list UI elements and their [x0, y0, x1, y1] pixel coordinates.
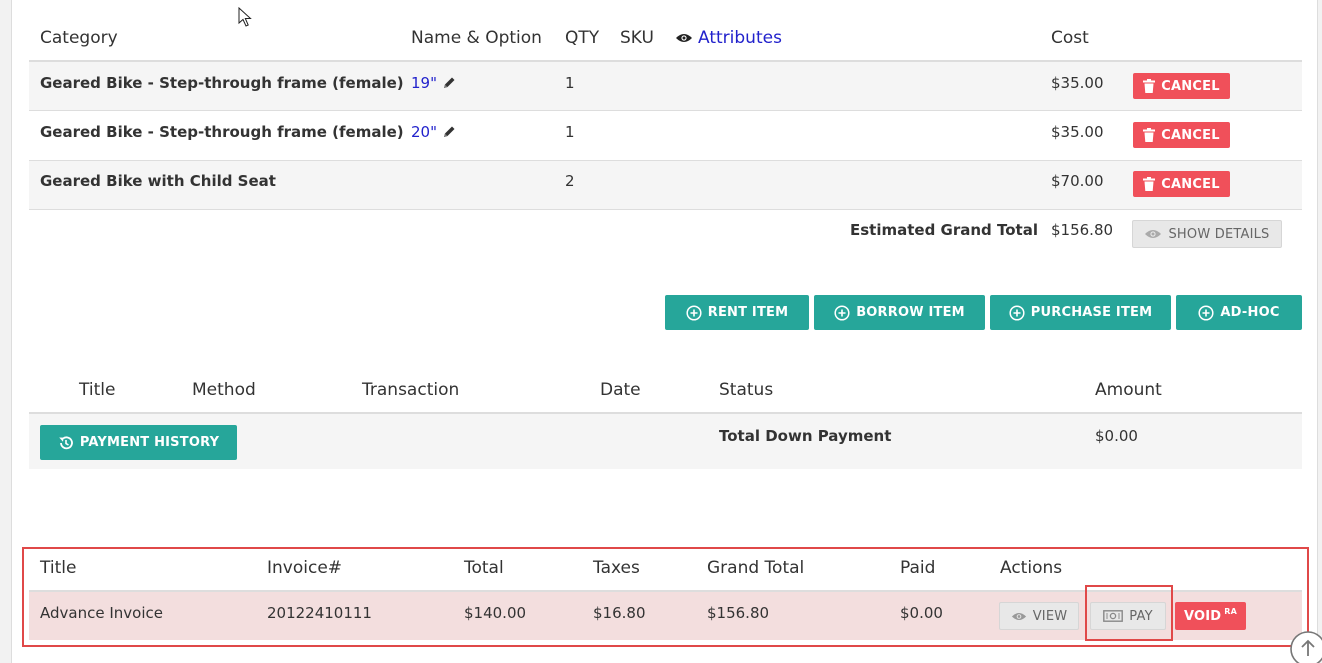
payments-header-method: Method: [192, 380, 256, 400]
history-icon: [59, 435, 73, 449]
show-details-button[interactable]: SHOW DETAILS: [1132, 220, 1282, 248]
content-panel: Category Name & Option QTY SKU Attribute…: [11, 0, 1318, 663]
option-value: 19": [411, 74, 437, 92]
ad-hoc-label: AD-HOC: [1220, 305, 1280, 320]
payments-header-status: Status: [719, 380, 774, 400]
plus-circle-icon: [1009, 304, 1025, 321]
row-qty: 2: [565, 172, 575, 190]
scroll-top-icon[interactable]: [1288, 628, 1322, 663]
cancel-button[interactable]: CANCEL: [1133, 73, 1230, 99]
header-qty: QTY: [565, 28, 600, 48]
purchase-item-button[interactable]: PURCHASE ITEM: [990, 295, 1171, 330]
purchase-item-label: PURCHASE ITEM: [1030, 305, 1153, 320]
header-category: Category: [40, 28, 118, 48]
divider: [29, 209, 1302, 210]
rent-item-label: RENT ITEM: [707, 305, 789, 320]
payments-header-transaction: Transaction: [362, 380, 460, 400]
down-payment-value: $0.00: [1095, 427, 1138, 445]
borrow-item-label: BORROW ITEM: [856, 305, 965, 320]
option-value: 20": [411, 123, 437, 141]
payments-header-amount: Amount: [1095, 380, 1162, 400]
row-cost: $70.00: [1051, 172, 1104, 190]
trash-icon: [1143, 128, 1156, 142]
row-qty: 1: [565, 74, 575, 92]
rent-item-button[interactable]: RENT ITEM: [665, 295, 809, 330]
option-edit-link[interactable]: 19": [411, 74, 456, 92]
eye-icon: [676, 34, 692, 42]
ad-hoc-button[interactable]: AD-HOC: [1176, 295, 1302, 330]
payments-header-date: Date: [600, 380, 641, 400]
trash-icon: [1143, 79, 1156, 93]
header-sku: SKU: [620, 28, 654, 48]
trash-icon: [1143, 177, 1156, 191]
show-details-label: SHOW DETAILS: [1168, 226, 1270, 242]
pay-highlight-box: [1085, 585, 1173, 641]
plus-circle-icon: [686, 304, 702, 321]
cancel-label: CANCEL: [1161, 78, 1220, 94]
grand-total-label: Estimated Grand Total: [850, 221, 1038, 239]
header-name-option: Name & Option: [411, 28, 542, 48]
payment-history-label: PAYMENT HISTORY: [79, 435, 220, 450]
row-cost: $35.00: [1051, 123, 1104, 141]
row-category: Geared Bike - Step-through frame (female…: [40, 123, 404, 141]
pencil-icon: [444, 126, 455, 137]
plus-circle-icon: [834, 304, 850, 321]
cancel-button[interactable]: CANCEL: [1133, 171, 1230, 197]
option-edit-link[interactable]: 20": [411, 123, 456, 141]
row-category: Geared Bike with Child Seat: [40, 172, 276, 190]
divider: [29, 110, 1302, 111]
payment-history-button[interactable]: PAYMENT HISTORY: [40, 425, 237, 460]
eye-icon: [1145, 230, 1162, 238]
grand-total-value: $156.80: [1051, 221, 1114, 239]
mouse-cursor-icon: [238, 7, 252, 27]
row-category: Geared Bike - Step-through frame (female…: [40, 74, 404, 92]
attributes-toggle[interactable]: Attributes: [675, 28, 782, 48]
cancel-label: CANCEL: [1161, 176, 1220, 192]
payments-header-title: Title: [79, 380, 116, 400]
row-cost: $35.00: [1051, 74, 1104, 92]
attributes-label: Attributes: [698, 28, 782, 48]
cancel-label: CANCEL: [1161, 127, 1220, 143]
down-payment-label: Total Down Payment: [719, 427, 892, 445]
cancel-button[interactable]: CANCEL: [1133, 122, 1230, 148]
row-qty: 1: [565, 123, 575, 141]
pencil-icon: [444, 77, 455, 88]
borrow-item-button[interactable]: BORROW ITEM: [814, 295, 985, 330]
header-cost: Cost: [1051, 28, 1089, 48]
plus-circle-icon: [1198, 304, 1214, 321]
